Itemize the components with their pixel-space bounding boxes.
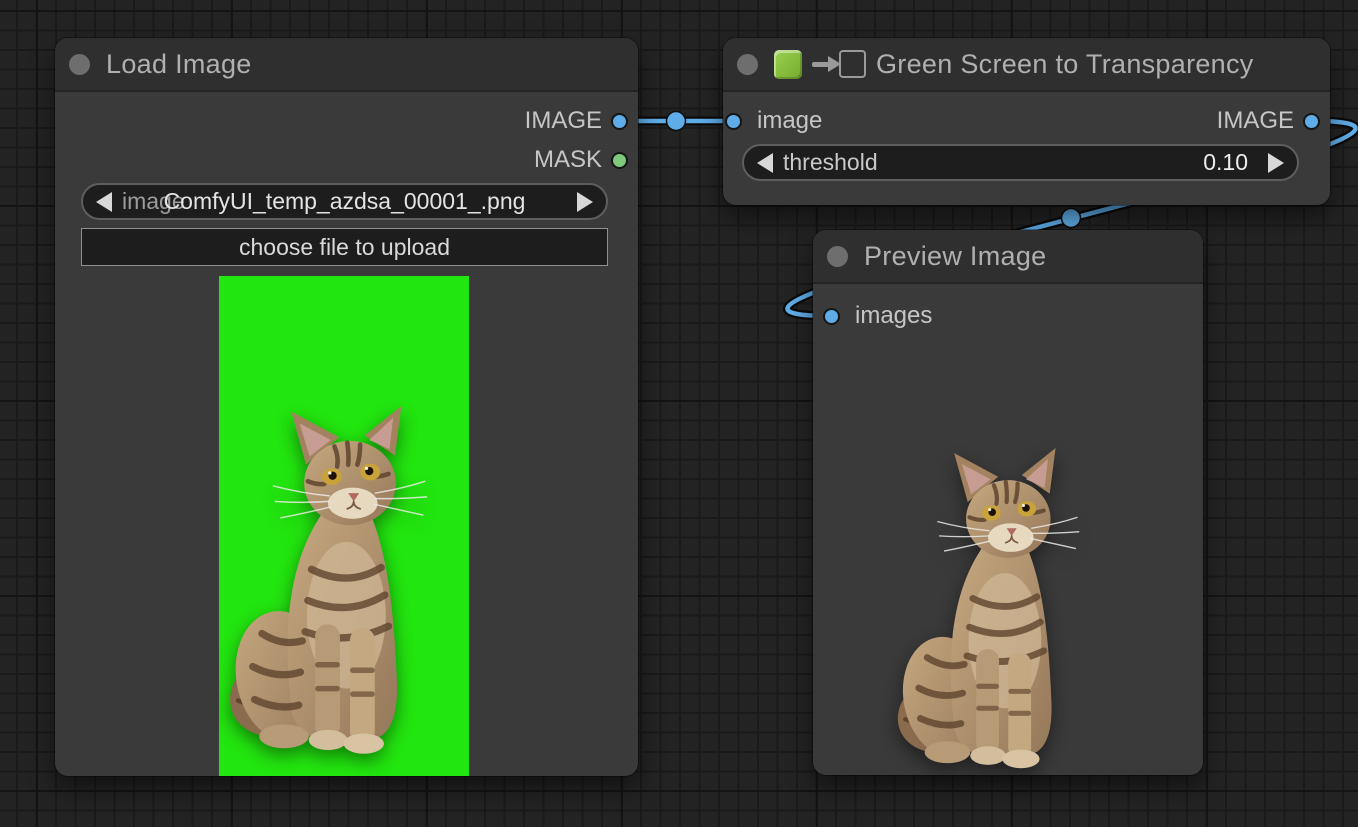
output-label-image: IMAGE bbox=[1217, 105, 1294, 137]
increment-icon[interactable] bbox=[1268, 153, 1284, 173]
combo-value: ComfyUI_temp_azdsa_00001_.png bbox=[123, 188, 566, 215]
greenscreen-image-preview bbox=[219, 276, 469, 776]
node-title: Green Screen to Transparency bbox=[876, 49, 1254, 80]
threshold-label: threshold bbox=[783, 149, 878, 176]
node-green-screen-titlebar[interactable]: Green Screen to Transparency bbox=[723, 38, 1330, 92]
link-midpoint-dot[interactable] bbox=[667, 112, 686, 131]
cat-image bbox=[227, 406, 429, 773]
combo-next-icon[interactable] bbox=[577, 192, 593, 212]
input-label-images: images bbox=[855, 300, 932, 332]
output-port-image[interactable] bbox=[611, 113, 628, 130]
combo-prev-icon[interactable] bbox=[96, 192, 112, 212]
graph-canvas[interactable]: Load Image IMAGE MASK image ComfyUI_temp… bbox=[0, 0, 1358, 827]
threshold-widget[interactable]: threshold 0.10 bbox=[742, 144, 1299, 181]
input-label-image: image bbox=[757, 105, 822, 137]
node-title: Load Image bbox=[106, 49, 252, 80]
node-load-image-titlebar[interactable]: Load Image bbox=[55, 38, 638, 92]
link-midpoint-dot[interactable] bbox=[1062, 209, 1081, 228]
collapse-dot-icon[interactable] bbox=[69, 54, 90, 75]
decrement-icon[interactable] bbox=[757, 153, 773, 173]
choose-file-button[interactable]: choose file to upload bbox=[81, 228, 608, 266]
collapse-dot-icon[interactable] bbox=[827, 246, 848, 267]
collapse-dot-icon[interactable] bbox=[737, 54, 758, 75]
image-combo-widget[interactable]: image ComfyUI_temp_azdsa_00001_.png bbox=[81, 183, 608, 220]
node-preview-image-titlebar[interactable]: Preview Image bbox=[813, 230, 1203, 284]
output-label-image: IMAGE bbox=[525, 105, 602, 137]
input-port-images[interactable] bbox=[823, 308, 840, 325]
output-port-mask[interactable] bbox=[611, 152, 628, 169]
node-load-image[interactable]: Load Image IMAGE MASK image ComfyUI_temp… bbox=[55, 38, 638, 776]
node-title: Preview Image bbox=[864, 241, 1046, 272]
node-green-screen-to-transparency[interactable]: Green Screen to Transparency image IMAGE… bbox=[723, 38, 1330, 205]
arrow-right-icon bbox=[812, 62, 829, 67]
cat-image bbox=[895, 448, 1081, 786]
green-square-icon bbox=[774, 50, 802, 79]
node-preview-image[interactable]: Preview Image images bbox=[813, 230, 1203, 775]
output-label-mask: MASK bbox=[534, 144, 602, 176]
transparent-square-icon bbox=[839, 50, 866, 78]
threshold-value: 0.10 bbox=[1203, 149, 1248, 176]
input-port-image[interactable] bbox=[725, 113, 742, 130]
output-port-image[interactable] bbox=[1303, 113, 1320, 130]
